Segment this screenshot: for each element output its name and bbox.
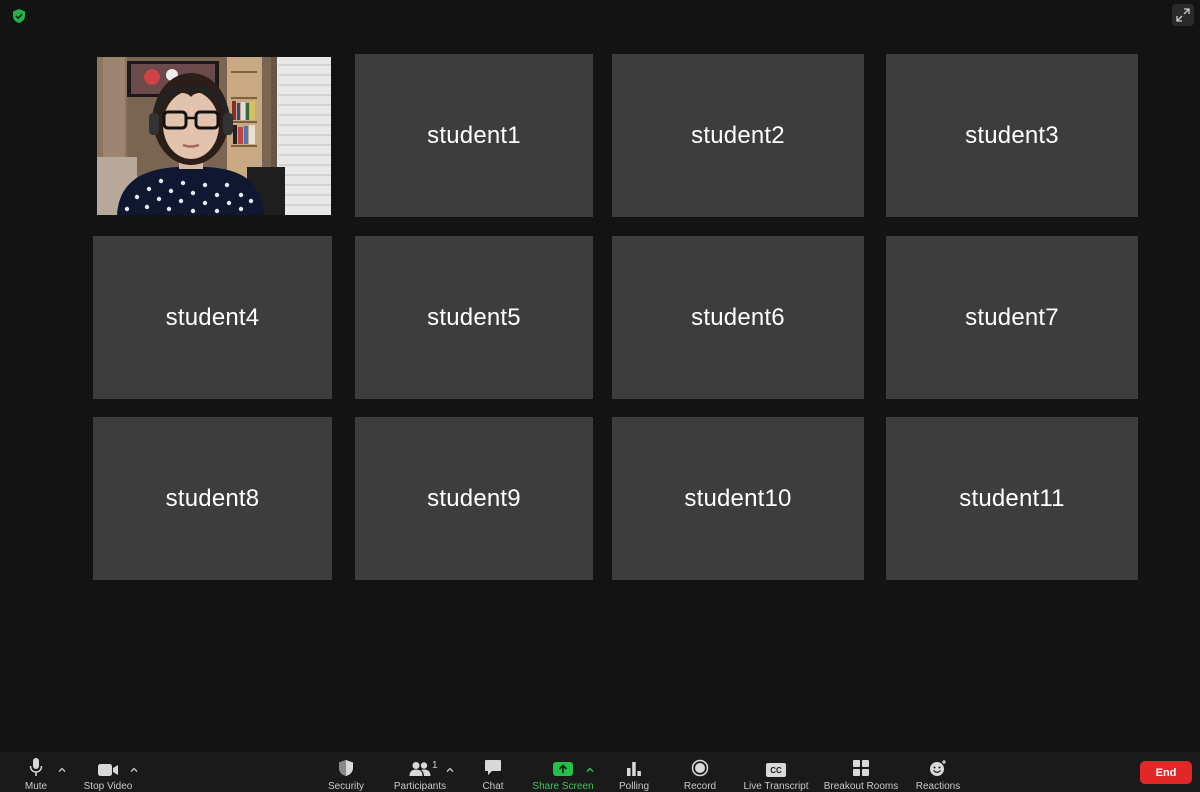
- participant-name: student8: [165, 484, 260, 512]
- chevron-up-icon: [446, 767, 454, 772]
- chevron-up-icon: [58, 767, 66, 772]
- closed-caption-icon: CC: [766, 763, 786, 777]
- record-label: Record: [683, 781, 717, 792]
- video-options-caret[interactable]: [129, 762, 139, 772]
- participants-count: 1: [432, 760, 438, 771]
- participant-name: student5: [427, 303, 521, 331]
- participant-name: student10: [684, 484, 792, 512]
- participant-name: student3: [965, 121, 1059, 149]
- participants-icon: [409, 762, 431, 776]
- participant-tile[interactable]: student4: [93, 236, 332, 399]
- participant-tile[interactable]: student11: [886, 417, 1138, 580]
- polling-label: Polling: [618, 781, 650, 792]
- encryption-shield-icon[interactable]: [11, 8, 27, 24]
- participant-tile[interactable]: student1: [355, 54, 593, 217]
- stop-video-label: Stop Video: [83, 781, 133, 792]
- participants-button[interactable]: Participants: [390, 752, 450, 792]
- participant-name: student2: [691, 121, 785, 149]
- chat-button[interactable]: Chat: [475, 752, 511, 792]
- share-screen-icon: [553, 762, 573, 776]
- bar-chart-icon: [627, 762, 641, 776]
- participant-name: student1: [427, 121, 521, 149]
- self-video-tile[interactable]: [97, 57, 331, 215]
- reactions-label: Reactions: [915, 781, 961, 792]
- participant-tile[interactable]: student3: [886, 54, 1138, 217]
- participant-tile[interactable]: student8: [93, 417, 332, 580]
- live-transcript-button[interactable]: CC Live Transcript: [740, 752, 812, 792]
- participant-name: student9: [427, 484, 521, 512]
- chevron-up-icon: [130, 767, 138, 772]
- self-video-feed: [97, 57, 331, 215]
- fullscreen-button[interactable]: [1172, 4, 1194, 26]
- participant-tile[interactable]: student7: [886, 236, 1138, 399]
- share-options-caret[interactable]: [585, 762, 595, 772]
- participant-name: student4: [165, 303, 260, 331]
- participants-options-caret[interactable]: [445, 762, 455, 772]
- end-meeting-button[interactable]: End: [1140, 761, 1192, 784]
- record-icon: [691, 759, 709, 777]
- chevron-up-icon: [586, 767, 594, 772]
- meeting-toolbar: Mute Stop Video Security Participants 1 …: [0, 752, 1200, 792]
- participant-tile[interactable]: student5: [355, 236, 593, 399]
- chat-label: Chat: [482, 781, 504, 792]
- live-transcript-label: Live Transcript: [743, 781, 809, 792]
- microphone-icon: [29, 758, 43, 776]
- participant-tile[interactable]: student9: [355, 417, 593, 580]
- participant-name: student6: [691, 303, 785, 331]
- polling-button[interactable]: Polling: [614, 752, 654, 792]
- stop-video-button[interactable]: Stop Video: [80, 752, 136, 792]
- zoom-meeting-window: student1 student2 student3 student4 stud…: [0, 0, 1200, 792]
- breakout-rooms-icon: [853, 760, 869, 776]
- participant-tile[interactable]: student6: [612, 236, 864, 399]
- participant-tile[interactable]: student2: [612, 54, 864, 217]
- participant-name: student11: [959, 484, 1065, 512]
- emoji-smile-icon: [930, 760, 946, 776]
- participant-name: student7: [965, 303, 1059, 331]
- video-camera-icon: [98, 764, 118, 776]
- participants-label: Participants: [393, 781, 447, 792]
- mute-button[interactable]: Mute: [18, 752, 54, 792]
- security-label: Security: [327, 781, 365, 792]
- participant-tile[interactable]: student10: [612, 417, 864, 580]
- share-screen-label: Share Screen: [532, 781, 594, 792]
- breakout-rooms-label: Breakout Rooms: [823, 781, 899, 792]
- security-button[interactable]: Security: [320, 752, 372, 792]
- audio-options-caret[interactable]: [57, 762, 67, 772]
- reactions-button[interactable]: Reactions: [912, 752, 964, 792]
- record-button[interactable]: Record: [680, 752, 720, 792]
- chat-bubble-icon: [485, 760, 501, 775]
- mute-label: Mute: [24, 781, 48, 792]
- expand-icon: [1176, 8, 1190, 22]
- shield-icon: [339, 760, 353, 776]
- breakout-rooms-button[interactable]: Breakout Rooms: [822, 752, 900, 792]
